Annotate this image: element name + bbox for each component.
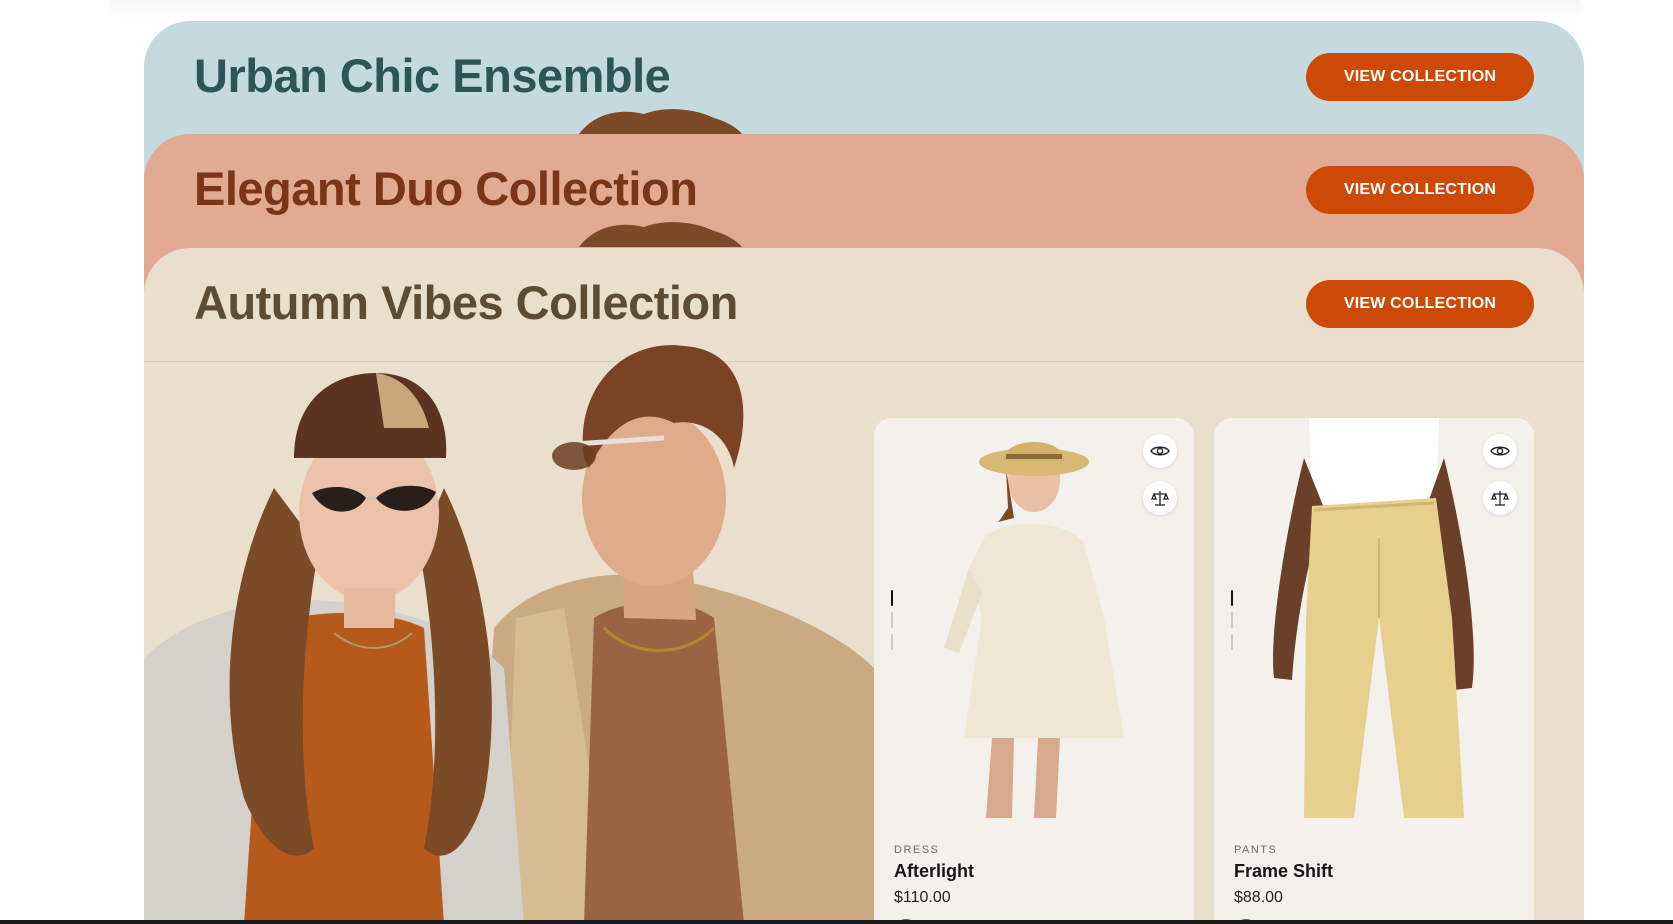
product-image[interactable] [874,418,1194,818]
view-collection-button[interactable]: VIEW COLLECTION [1306,53,1534,101]
product-category: PANTS [1234,844,1278,856]
model-hair-peek [579,109,742,134]
quick-view-eye-icon[interactable] [1483,434,1517,468]
collection-hero-image [144,345,874,924]
collection-panel-autumn-vibes[interactable]: Autumn Vibes Collection VIEW COLLECTION [144,248,1584,924]
product-category: DRESS [894,844,940,856]
header-bar-shadow [110,0,1580,6]
product-price: $88.00 [1234,889,1283,906]
product-name[interactable]: Frame Shift [1234,861,1333,882]
collection-title: Autumn Vibes Collection [194,276,738,329]
product-name[interactable]: Afterlight [894,861,974,882]
model-hair-peek [579,222,742,247]
bottom-edge-bar [0,920,1673,924]
product-image[interactable] [1214,418,1534,818]
compare-scale-icon[interactable] [1143,481,1177,515]
quick-view-eye-icon[interactable] [1143,434,1177,468]
collection-title: Urban Chic Ensemble [194,49,671,102]
product-price: $110.00 [894,889,951,906]
view-collection-button[interactable]: VIEW COLLECTION [1306,166,1534,214]
product-card[interactable]: DRESS Afterlight $110.00 [874,418,1194,924]
collections-stack: Urban Chic Ensemble VIEW COLLECTION Eleg… [144,21,1584,924]
image-pagination-dots[interactable] [891,590,895,656]
product-card[interactable]: PANTS Frame Shift $88.00 [1214,418,1534,924]
collection-header: Elegant Duo Collection VIEW COLLECTION [144,134,1584,247]
collection-title: Elegant Duo Collection [194,162,698,215]
collection-header: Urban Chic Ensemble VIEW COLLECTION [144,21,1584,134]
image-pagination-dots[interactable] [1231,590,1235,656]
compare-scale-icon[interactable] [1483,481,1517,515]
view-collection-button[interactable]: VIEW COLLECTION [1306,280,1534,328]
